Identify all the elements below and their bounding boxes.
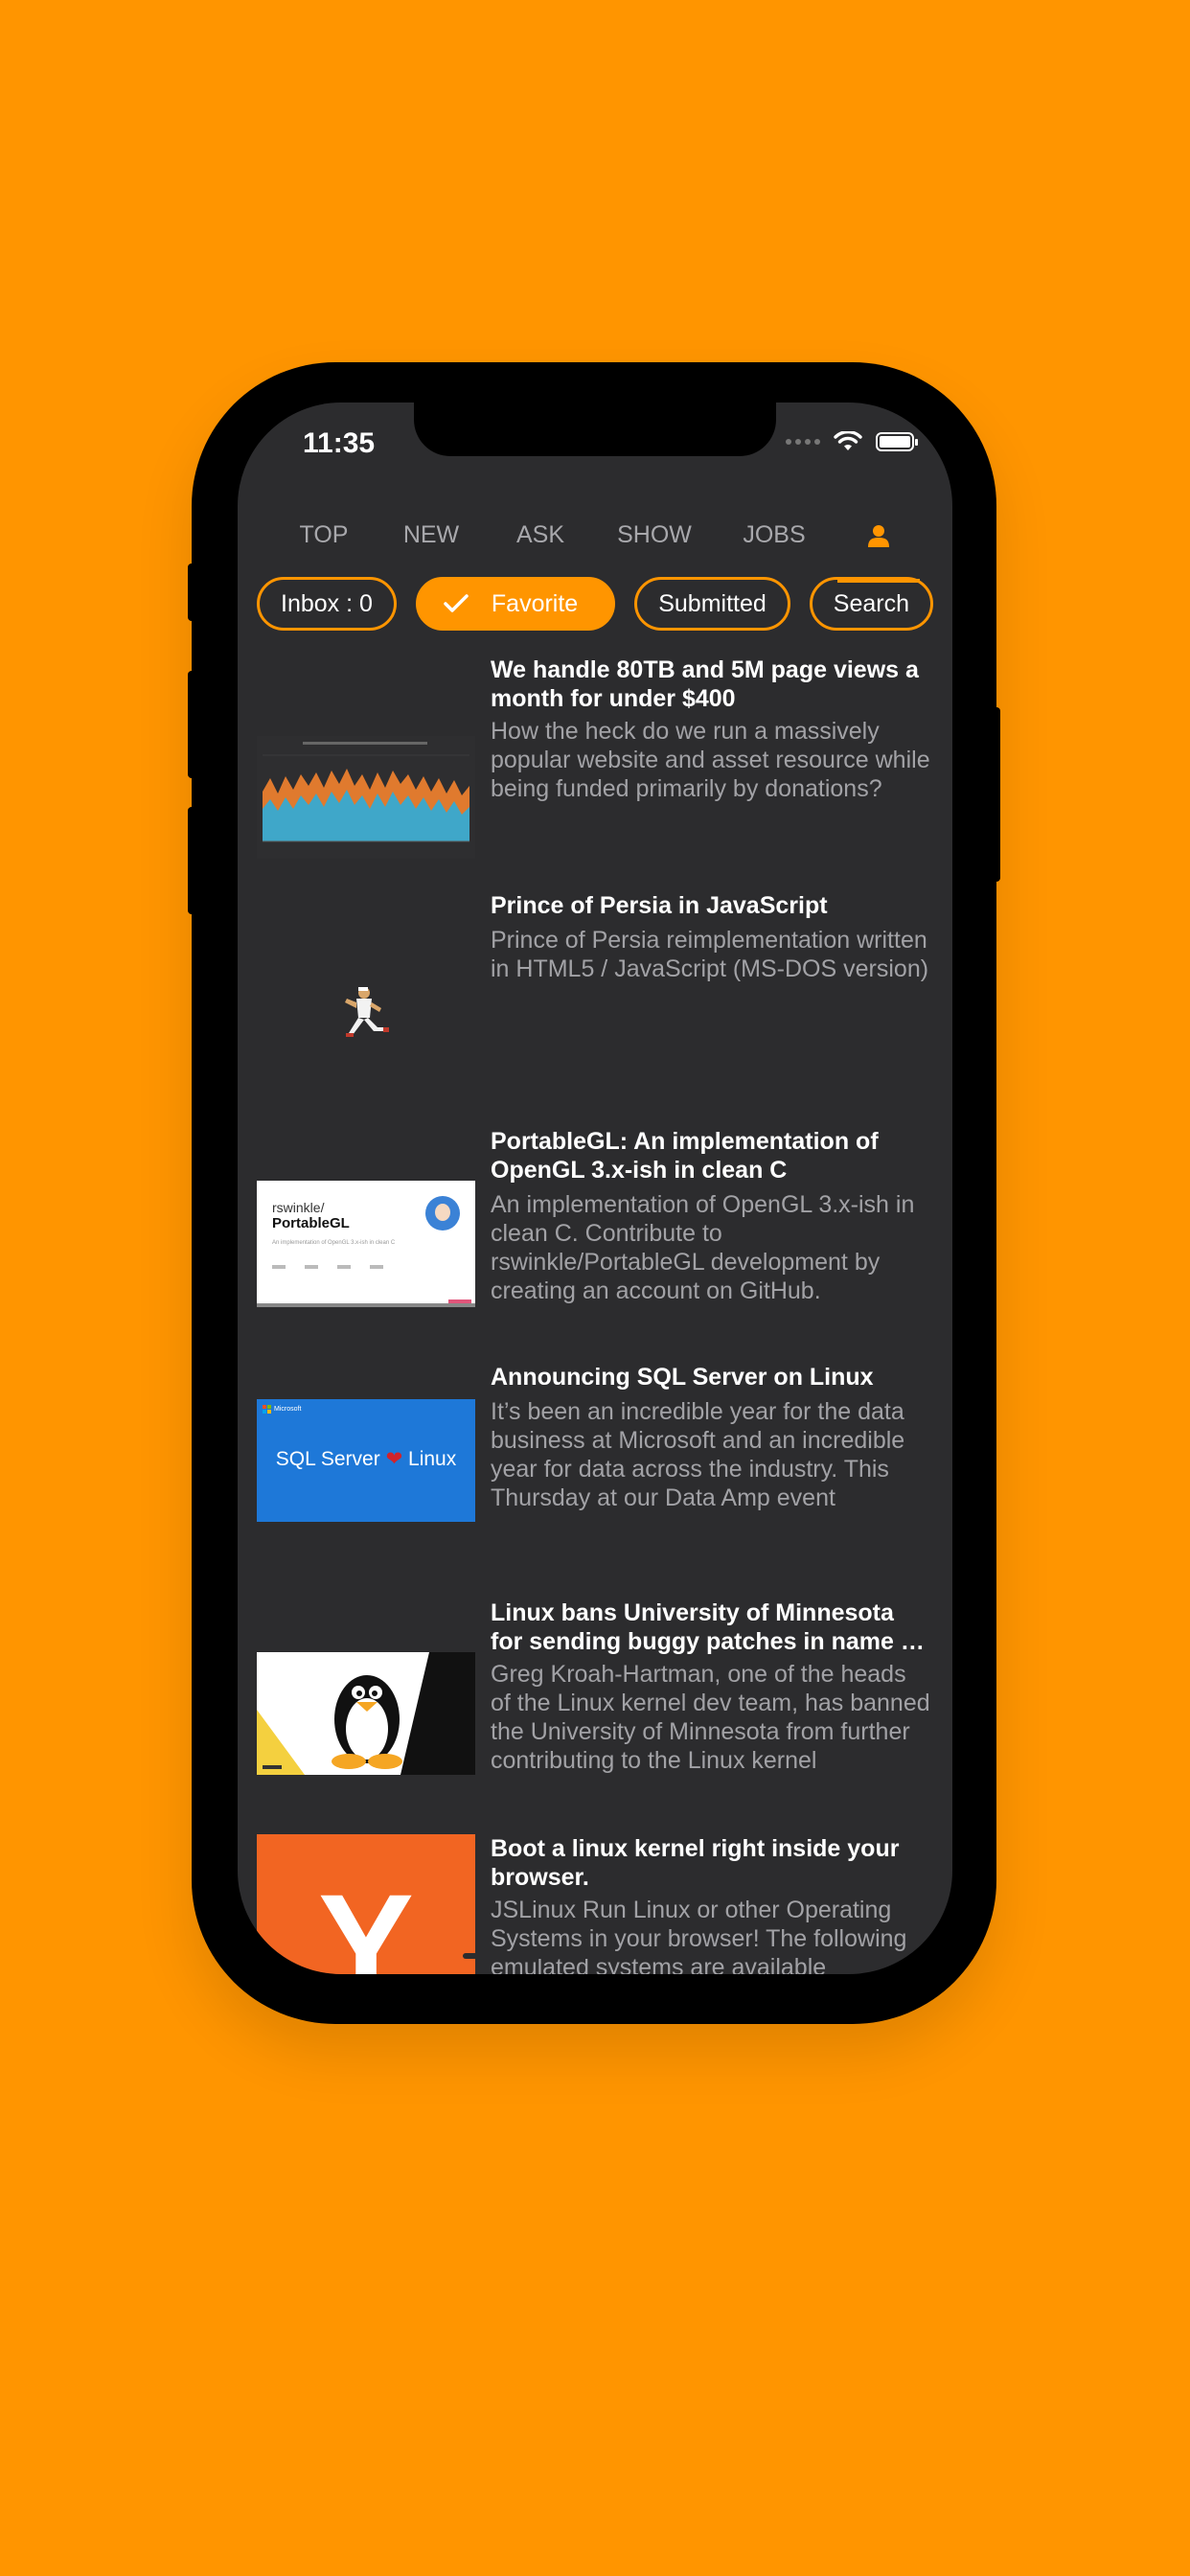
filter-chips: Inbox : 0 Favorite Submitted Search: [257, 577, 952, 631]
search-chip[interactable]: Search: [809, 577, 933, 631]
story-item[interactable]: Microsoft SQL Server ❤ Linux Announcing …: [257, 1363, 939, 1593]
status-time: 11:35: [303, 427, 376, 459]
story-item[interactable]: We handle 80TB and 5M page views a month…: [257, 656, 939, 886]
story-description: How the heck do we run a massively popul…: [491, 718, 930, 802]
home-indicator[interactable]: [463, 1953, 727, 1959]
cellular-signal-icon: [786, 439, 820, 445]
running-prince-sprite: [257, 951, 475, 1073]
wifi-icon: [834, 431, 862, 450]
person-icon: [868, 525, 889, 548]
volume-down-button: [188, 807, 195, 914]
battery-icon: [876, 432, 918, 451]
app-screen: 11:35 TOP NEW ASK SHOW JOBS Inbox : 0 Fa…: [238, 402, 952, 1974]
story-title: Linux bans University of Minnesota for s…: [491, 1599, 924, 1655]
submitted-chip[interactable]: Submitted: [634, 577, 790, 631]
repo-owner: rswinkle/: [272, 1200, 325, 1215]
tab-bar: TOP NEW ASK SHOW JOBS: [238, 491, 952, 583]
chip-label: Submitted: [658, 589, 767, 617]
tux-penguin-banner: [257, 1652, 475, 1775]
tab-ask[interactable]: ASK: [492, 491, 588, 583]
repo-description: An implementation of OpenGL 3.x-ish in c…: [272, 1240, 396, 1246]
story-title: Announcing SQL Server on Linux: [491, 1364, 874, 1391]
story-description: Greg Kroah-Hartman, one of the heads of …: [491, 1661, 930, 1774]
story-item[interactable]: rswinkle/ PortableGL An implementation o…: [257, 1127, 939, 1357]
story-title: PortableGL: An implementation of OpenGL …: [491, 1128, 879, 1184]
tab-top[interactable]: TOP: [276, 491, 372, 583]
inbox-chip[interactable]: Inbox : 0: [257, 577, 397, 631]
heart-icon: ❤: [385, 1448, 403, 1470]
linux-text: Linux: [408, 1448, 457, 1470]
power-button: [993, 707, 1000, 882]
story-description: JSLinux Run Linux or other Operating Sys…: [491, 1897, 907, 1974]
story-title: Boot a linux kernel right inside your br…: [491, 1835, 900, 1891]
story-description: It’s been an incredible year for the dat…: [491, 1398, 905, 1511]
notch: [414, 402, 776, 456]
language-bar: [448, 1300, 471, 1303]
story-item[interactable]: Prince of Persia in JavaScript Prince of…: [257, 891, 939, 1121]
sql-server-linux-banner: Microsoft SQL Server ❤ Linux: [257, 1399, 475, 1522]
y-combinator-logo: Y: [257, 1834, 475, 1974]
chip-label: Inbox : 0: [281, 589, 373, 617]
tab-show[interactable]: SHOW: [602, 491, 707, 583]
tab-profile[interactable]: [837, 491, 920, 583]
tab-jobs[interactable]: JOBS: [726, 491, 822, 583]
chip-label: Search: [833, 589, 909, 617]
repo-name: PortableGL: [272, 1215, 350, 1231]
chip-label: Favorite: [491, 589, 579, 617]
microsoft-logo: Microsoft: [263, 1405, 301, 1414]
tab-new[interactable]: NEW: [383, 491, 479, 583]
checkmark-icon: [444, 594, 469, 612]
sql-server-text: SQL Server: [275, 1448, 380, 1470]
story-title: Prince of Persia in JavaScript: [491, 892, 828, 919]
github-card: rswinkle/ PortableGL An implementation o…: [257, 1181, 475, 1307]
area-chart-thumbnail: [257, 736, 475, 859]
mute-switch: [188, 564, 195, 621]
story-title: We handle 80TB and 5M page views a month…: [491, 656, 919, 712]
story-description: Prince of Persia reimplementation writte…: [491, 927, 929, 982]
volume-up-button: [188, 671, 195, 778]
favorite-chip[interactable]: Favorite: [415, 577, 616, 631]
story-item[interactable]: Linux bans University of Minnesota for s…: [257, 1598, 939, 1828]
repo-stats: [272, 1265, 425, 1271]
owner-avatar: [425, 1196, 460, 1230]
status-icons: [786, 431, 918, 452]
story-description: An implementation of OpenGL 3.x-ish in c…: [491, 1191, 915, 1304]
